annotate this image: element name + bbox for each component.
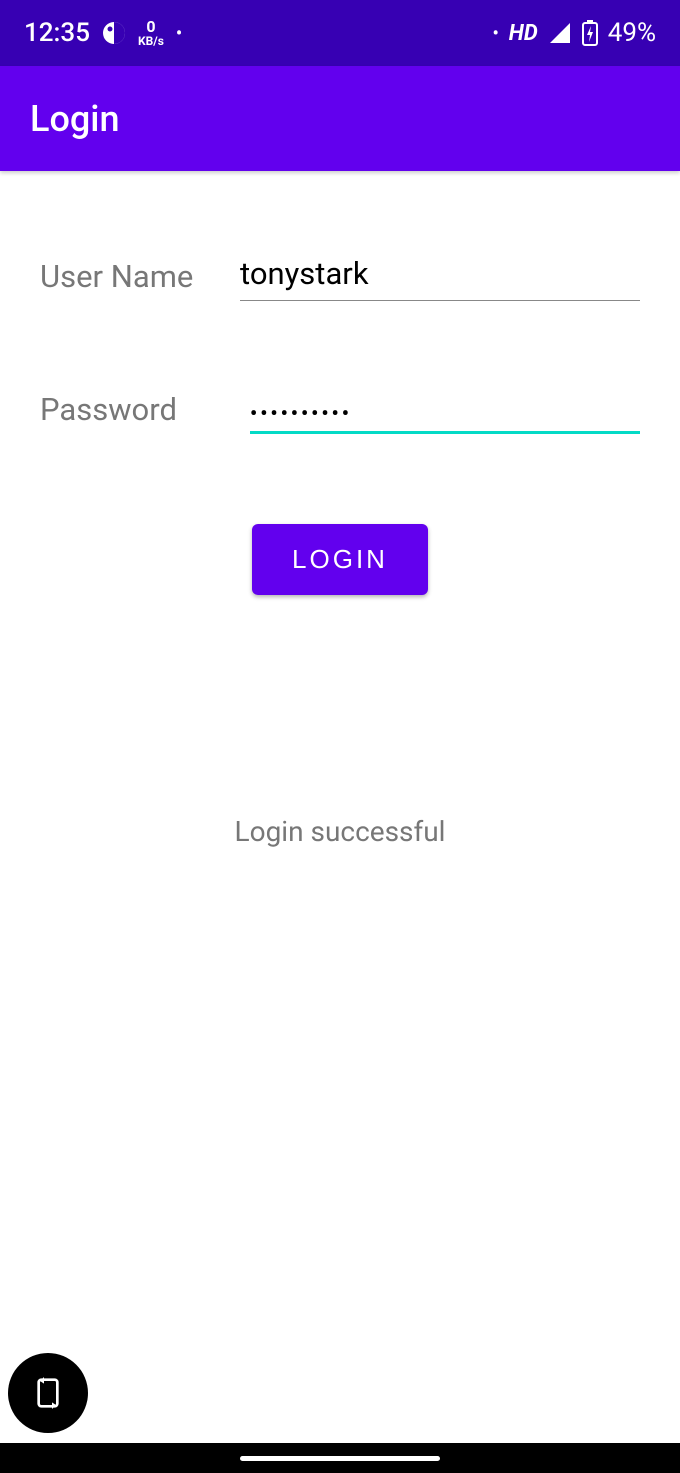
password-label: Password [40,391,250,434]
notification-dot-icon: • [492,23,498,44]
network-speed-value: 0 [146,19,155,35]
app-bar: Login [0,66,680,171]
page-title: Login [30,98,120,140]
navigation-bar [0,1443,680,1473]
status-message: Login successful [40,815,640,848]
battery-charging-icon [582,20,598,46]
status-bar: 12:35 0 KB/s • • HD 49% [0,0,680,66]
username-row: User Name [40,251,640,301]
button-row: LOGIN [40,524,640,595]
signal-icon [548,21,572,45]
password-row: Password [40,391,640,434]
battery-percentage: 49% [608,18,656,48]
login-form: User Name Password LOGIN Login successfu… [0,171,680,848]
status-time: 12:35 [24,18,90,48]
network-speed-indicator: 0 KB/s [138,19,164,47]
rotate-icon [32,1377,64,1409]
rotate-fab-button[interactable] [8,1353,88,1433]
username-input[interactable] [240,251,640,301]
nav-handle[interactable] [240,1456,440,1461]
notification-dot-icon: • [176,23,182,44]
network-speed-unit: KB/s [138,35,164,47]
profile-icon [102,21,126,45]
status-bar-right: • HD 49% [492,18,656,48]
password-input[interactable] [250,397,640,434]
login-button[interactable]: LOGIN [252,524,428,595]
username-label: User Name [40,258,240,301]
hd-indicator: HD [509,21,538,46]
status-bar-left: 12:35 0 KB/s • [24,18,182,48]
